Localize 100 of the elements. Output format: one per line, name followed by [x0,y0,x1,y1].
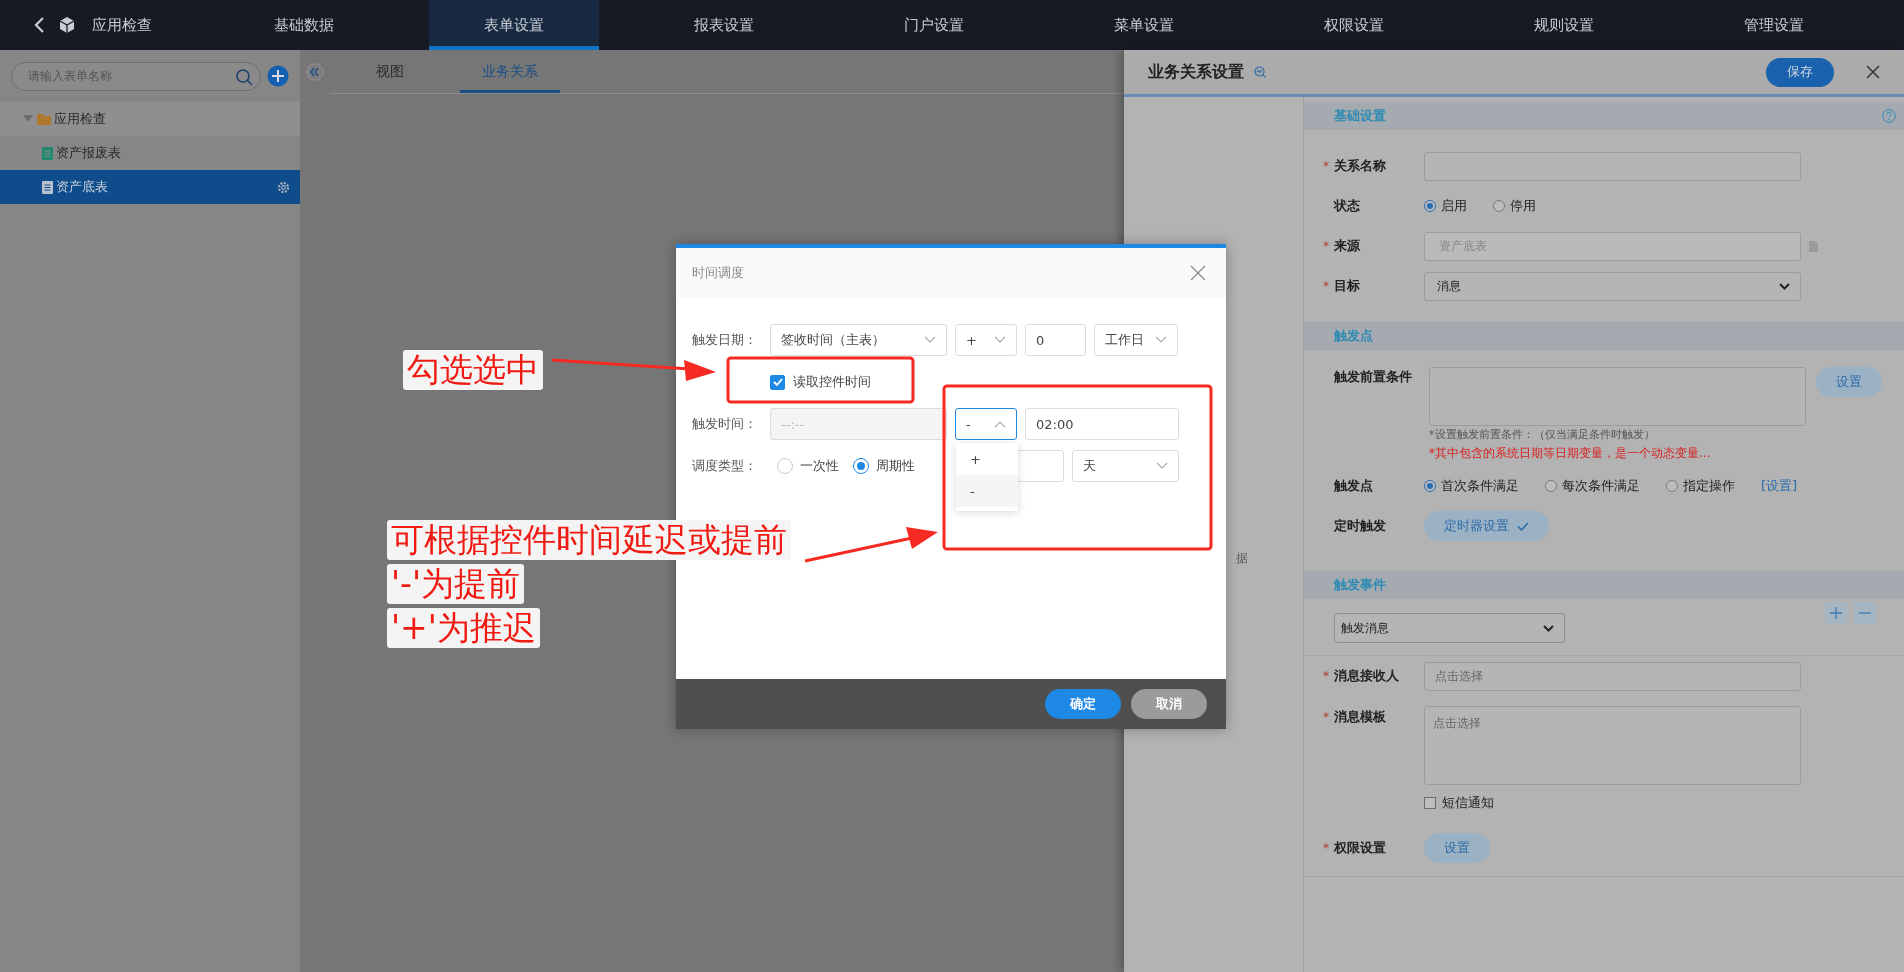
sign-select[interactable]: - [955,408,1017,440]
nav-tab[interactable]: 权限设置 [1269,0,1439,50]
nav-tab[interactable]: 表单设置 [429,0,599,50]
radio-button[interactable] [1424,480,1436,492]
select-field[interactable]: 消息 [1424,271,1801,301]
warning-text: *其中包含的系统日期等日期变量，是一个动态变量... [1429,445,1712,462]
nav-tab[interactable]: 菜单设置 [1059,0,1229,50]
field-label: 消息模板 [1334,708,1386,726]
required-mark: * [1323,669,1330,683]
radio-label: 每次条件满足 [1562,477,1640,495]
settings-icon[interactable] [277,180,290,194]
dropdown-option[interactable]: - [956,475,1018,507]
radio-label: 停用 [1510,197,1536,215]
input-field[interactable] [1424,151,1801,181]
radio-button[interactable] [1545,480,1557,492]
section-title: 基础设置 [1334,107,1386,125]
chevron-icon [924,336,936,344]
nav-tab[interactable]: 门户设置 [849,0,1019,50]
field-label: 定时触发 [1334,517,1386,535]
tree-item[interactable]: 资产报废表 [0,136,300,170]
radio-button[interactable] [1424,200,1436,212]
cube-icon [58,16,76,34]
required-mark: * [1323,159,1330,173]
add-button[interactable] [1825,602,1847,624]
checkbox-label: 短信通知 [1442,794,1494,812]
nav-tab[interactable]: 报表设置 [639,0,809,50]
source-select[interactable]: 签收时间（主表） [770,324,947,356]
dialog-title: 时间调度 [692,264,744,282]
check-icon [1517,521,1529,531]
dropdown-option[interactable]: + [956,443,1018,475]
field-label: 消息接收人 [1334,667,1399,685]
tree-item[interactable]: 资产底表 [0,170,300,204]
required-mark: * [1323,239,1330,253]
tree-label: 资产底表 [56,178,108,196]
document-icon[interactable] [1809,240,1818,252]
hint-text: *设置触发前置条件：（仅当满足条件时触发） [1429,427,1656,443]
annotation-text: '+'为推迟 [387,608,540,648]
radio-label: 指定操作 [1683,477,1735,495]
chevron-icon [1543,624,1554,632]
close-icon[interactable] [1190,265,1206,281]
field-label: 关系名称 [1334,157,1386,175]
radio-button[interactable] [1493,200,1505,212]
search-icon[interactable] [235,67,253,86]
unit-select[interactable]: 天 [1072,450,1179,482]
time-field[interactable]: --:-- [770,408,947,440]
section-title: 触发事件 [1334,576,1386,594]
radio-label: 启用 [1441,197,1467,215]
radio-button[interactable] [1666,480,1678,492]
annotation-text: 勾选选中 [403,350,543,390]
plus-icon [1830,607,1842,619]
close-icon[interactable] [1866,65,1880,79]
chevron-icon [994,336,1006,344]
nav-tab[interactable]: 规则设置 [1479,0,1649,50]
offset-field[interactable]: 0 [1025,324,1086,356]
select-value: 消息 [1437,277,1461,295]
input-field[interactable]: 点击选择 [1424,661,1801,691]
sign-select[interactable]: + [955,324,1017,356]
field-label: 权限设置 [1334,839,1386,857]
back-icon[interactable] [32,16,46,34]
time-field[interactable]: 02:00 [1025,408,1179,440]
field-label: 触发点 [1334,477,1373,495]
help-icon[interactable] [1882,109,1896,123]
radio-label: 首次条件满足 [1441,477,1519,495]
radio-label: 周期性 [876,457,915,475]
annotation-text: 可根据控件时间延迟或提前 [387,520,791,560]
magnifier-icon[interactable] [1254,66,1266,78]
add-icon[interactable] [267,65,289,87]
field-label: 调度类型： [692,457,758,475]
drawer-title: 业务关系设置 [1148,61,1244,83]
field-label: 状态 [1334,197,1360,215]
remove-button[interactable] [1854,602,1876,624]
section-title: 触发点 [1334,327,1373,345]
condition-field[interactable] [1429,367,1806,426]
chevron-icon [1779,282,1790,290]
confirm-button[interactable]: 确定 [1045,689,1121,719]
field-label: 触发时间： [692,415,758,433]
tree-label: 资产报废表 [56,144,121,162]
chevron-icon [1156,462,1168,470]
field-label: 触发前置条件 [1334,368,1412,386]
annotation-text: '-'为提前 [387,564,525,604]
chevron-icon [994,420,1006,428]
tree-folder[interactable]: 应用检查 [0,102,300,136]
field-label: 触发日期： [692,331,758,349]
required-mark: * [1323,841,1330,855]
event-select[interactable]: 触发消息 [1334,613,1565,643]
unit-select[interactable]: 工作日 [1094,324,1178,356]
save-button[interactable]: 保存 [1766,57,1834,87]
checkbox[interactable] [1424,797,1436,809]
chevron-icon [1155,336,1167,344]
radio-label: 一次性 [800,457,839,475]
required-mark: * [1323,279,1330,293]
document-icon [42,180,53,194]
collapse-icon[interactable] [306,63,324,81]
folder-icon [37,113,51,125]
app-name: 应用检查 [92,15,152,35]
checkbox[interactable] [770,374,785,390]
nav-tab[interactable]: 管理设置 [1689,0,1859,50]
template-field[interactable]: 点击选择 [1424,706,1801,785]
required-mark: * [1323,710,1330,724]
nav-tab[interactable]: 基础数据 [219,0,389,50]
